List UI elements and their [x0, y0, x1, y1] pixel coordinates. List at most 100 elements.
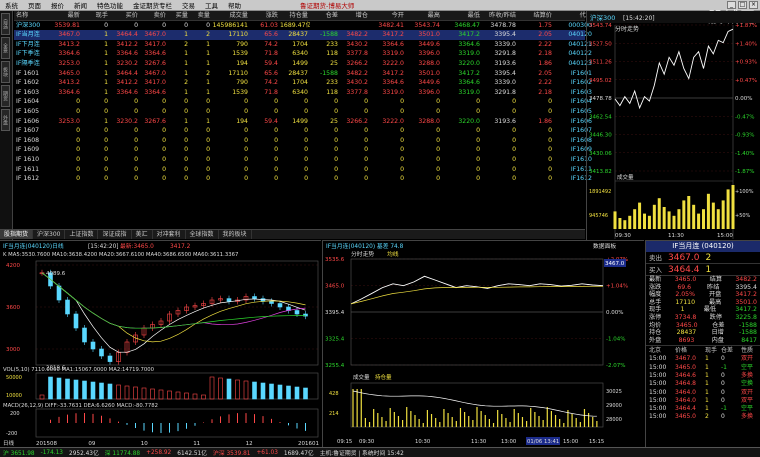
- quote-cell: 0: [400, 98, 404, 106]
- column-header[interactable]: 最低: [442, 11, 482, 20]
- status-item: 沪 3651.98: [3, 451, 35, 457]
- volume-bar: [303, 387, 308, 400]
- quote-row[interactable]: IF 1601 3465.0 1 3464.4 3467.0 1 2 17110 65.6 284…: [14, 69, 592, 79]
- quote-row[interactable]: IF 1611 0 0 0 0 0 0 0 0 0 0 0 0 0 0 0 0 IF1611: [14, 165, 592, 175]
- quote-row[interactable]: IF 1610 0 0 0 0 0 0 0 0 0 0 0 0 0 0 0 0 IF1610: [14, 155, 592, 165]
- quote-cell: 3267.6: [144, 59, 166, 67]
- menu-item-column[interactable]: 金证期货专栏: [128, 0, 177, 10]
- column-header[interactable]: 仓差: [310, 11, 340, 20]
- quote-row[interactable]: IF下月连 3413.2 1 3412.2 3417.0 2 1 790 74.2 1704 233…: [14, 40, 592, 50]
- intraday-header: IF当月连(040120) 基差 74.8: [326, 242, 404, 250]
- volume-bar: [150, 388, 155, 400]
- volume-bar: [141, 387, 147, 400]
- sheet-tab[interactable]: 对冲套利: [153, 230, 186, 239]
- detail-value: 涨停: [649, 313, 662, 321]
- column-header[interactable]: 结算价: [518, 11, 554, 20]
- quote-row[interactable]: IF隔季连 3253.0 1 3230.2 3267.6 1 1 194 59.4 1499 25 3…: [14, 59, 592, 69]
- column-header[interactable]: 今开: [370, 11, 406, 20]
- quote-row[interactable]: IF 1605 0 0 0 0 0 0 0 0 0 0 0 0 0 0 0 0 IF1605: [14, 107, 592, 117]
- quote-row[interactable]: 沪深300 3539.81 0 0 0 0 0 145986141 61.03 1689.47亿 3…: [14, 21, 592, 31]
- quote-cell: 1: [206, 88, 210, 96]
- quote-cell: 0: [162, 98, 166, 106]
- kline-chart: IF当月连(040120)日线 [15:42:20] 最新:3465.0 3417.2…: [3, 242, 319, 447]
- quote-cell: IF 1609: [16, 146, 40, 154]
- menu-item-help[interactable]: 帮助: [223, 0, 246, 10]
- quote-cell: 0: [162, 136, 166, 144]
- left-tab-favorites[interactable]: 自选: [1, 13, 10, 35]
- candle-body: [269, 301, 274, 304]
- quote-row[interactable]: IF 1609 0 0 0 0 0 0 0 0 0 0 0 0 0 0 0 0 IF1609: [14, 145, 592, 155]
- left-tab-overview[interactable]: 全景: [1, 37, 10, 59]
- quote-cell: 1539: [232, 50, 248, 58]
- quote-cell: 1: [184, 117, 188, 125]
- status-item: 6142.51亿: [177, 451, 208, 457]
- sheet-tabs: 股指期货 沪深300 上证指数 深证成指 美汇 对冲套利 全球指数 我的板块: [0, 229, 585, 239]
- quote-row[interactable]: IF当月连 3467.0 1 3464.4 3467.0 1 2 17110 65.6 28437…: [14, 30, 592, 40]
- quote-cell: 0: [548, 127, 552, 135]
- quote-cell: 3253.0: [58, 59, 80, 67]
- column-header[interactable]: 现手: [82, 11, 110, 20]
- quote-cell: 0: [274, 175, 278, 183]
- sheet-tab[interactable]: 美汇: [132, 230, 153, 239]
- quote-cell: 1: [206, 50, 210, 58]
- detail-value: 1: [680, 306, 685, 314]
- detail-value: 最新: [649, 276, 662, 283]
- quote-row[interactable]: IF 1612 0 0 0 0 0 0 0 0 0 0 0 0 0 0 0 0 IF1612: [14, 174, 592, 184]
- quote-cell: 0: [162, 21, 166, 29]
- column-header[interactable]: 涨跌: [250, 11, 280, 20]
- tick-oi-change: 0: [721, 380, 725, 388]
- column-header[interactable]: 最新: [54, 11, 82, 20]
- menu-item-quote[interactable]: 报价: [46, 0, 69, 10]
- column-header[interactable]: 买价: [110, 11, 140, 20]
- left-tab-futures[interactable]: 期货: [1, 85, 10, 107]
- quote-row[interactable]: IF 1608 0 0 0 0 0 0 0 0 0 0 0 0 0 0 0 0 IF1608: [14, 136, 592, 146]
- sheet-tab[interactable]: 上证指数: [65, 230, 99, 239]
- quote-cell: IF 1604: [16, 98, 40, 106]
- quote-row[interactable]: IF 1603 3364.6 1 3364.6 3364.6 1 1 1539 71.8 6340…: [14, 88, 592, 98]
- quote-cell: 61.03: [260, 21, 278, 29]
- sheet-tab[interactable]: 我的板块: [219, 230, 252, 239]
- sheet-tab[interactable]: 沪深300: [33, 230, 66, 239]
- quote-cell: 3319.0: [382, 50, 404, 58]
- menu-item-system[interactable]: 系统: [0, 0, 23, 10]
- sheet-tab[interactable]: 深证成指: [98, 230, 132, 239]
- pct-tick: -0.47%: [735, 114, 754, 120]
- column-header[interactable]: 增仓: [340, 11, 370, 20]
- column-header[interactable]: 持仓量: [280, 11, 310, 20]
- column-header[interactable]: 卖量: [190, 11, 212, 20]
- sheet-tab[interactable]: 全球指数: [186, 230, 219, 239]
- price-tick: 3600: [6, 305, 20, 311]
- left-tab-sector[interactable]: 板块: [1, 61, 10, 83]
- price-tick: 3395.4: [325, 310, 345, 316]
- quote-cell: 0: [274, 136, 278, 144]
- quote-cell: 2.05: [538, 69, 552, 77]
- tick-qty: 1: [705, 380, 709, 388]
- tick-header: 性质: [741, 347, 754, 355]
- quote-cell: 1: [206, 59, 210, 67]
- column-header[interactable]: 成交量: [212, 11, 250, 20]
- quote-cell: 3417.2: [458, 31, 480, 39]
- menu-item-features[interactable]: 特色功能: [92, 0, 128, 10]
- quote-row[interactable]: IF 1606 3253.0 1 3230.2 3267.6 1 1 194 59.4 1499 2…: [14, 117, 592, 127]
- data-panel-toggle[interactable]: 数据面板: [593, 242, 616, 250]
- column-header[interactable]: 昨收/昨结: [482, 11, 518, 20]
- quote-row[interactable]: IF 1602 3413.2 1 3412.2 3417.0 2 1 790 74.2 1704 2…: [14, 78, 592, 88]
- column-header[interactable]: 买量: [168, 11, 190, 20]
- quote-cell: 3396.0: [418, 88, 440, 96]
- quote-row[interactable]: IF 1607 0 0 0 0 0 0 0 0 0 0 0 0 0 0 0 0 IF1607: [14, 126, 592, 136]
- menu-item-news[interactable]: 新闻: [69, 0, 92, 10]
- detail-line: 最新 3465.0 结算 3482.2: [646, 276, 760, 284]
- column-header[interactable]: 卖价: [140, 11, 168, 20]
- quote-row[interactable]: IF 1604 0 0 0 0 0 0 0 0 0 0 0 0 0 0 0 0 IF1604: [14, 97, 592, 107]
- quote-cell: 2: [206, 31, 210, 39]
- column-header[interactable]: 名称: [14, 11, 54, 20]
- ma-line-legend: K MA5:3530.7600 MA10:3638.4200 MA20:3667…: [3, 252, 238, 258]
- tick-oi-change: -1: [721, 363, 727, 371]
- sheet-tab[interactable]: 股指期货: [0, 230, 34, 239]
- column-header[interactable]: 最高: [406, 11, 442, 20]
- menu-item-trade[interactable]: 交易: [177, 0, 200, 10]
- menu-item-page[interactable]: 页面: [23, 0, 46, 10]
- left-tab-foreign[interactable]: 外盘: [1, 109, 10, 131]
- menu-item-tools[interactable]: 工具: [200, 0, 223, 10]
- quote-row[interactable]: IF下季连 3364.6 1 3364.6 3364.6 1 1 1539 71.8 6340 11…: [14, 49, 592, 59]
